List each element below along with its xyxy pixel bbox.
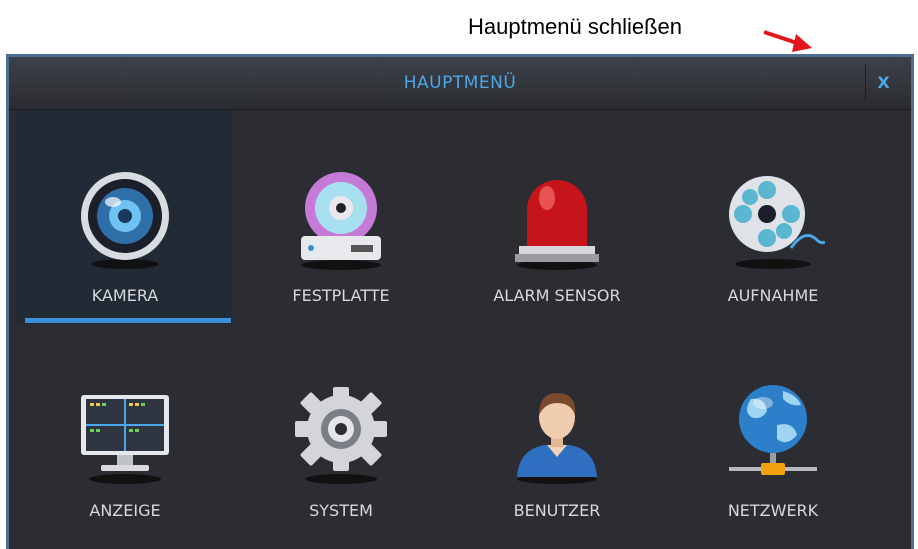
menu-item-label: ALARM SENSOR: [493, 286, 621, 305]
arrow-icon: [763, 30, 812, 52]
menu-item-label: NETZWERK: [727, 501, 819, 520]
hard-disk-icon: [301, 172, 381, 270]
menu-item-anzeige[interactable]: ANZEIGE: [17, 325, 233, 540]
menu-item-label: KAMERA: [91, 286, 159, 305]
window-title: HAUPTMENÜ: [403, 73, 517, 93]
menu-item-system[interactable]: SYSTEM: [233, 325, 449, 540]
monitor-icon: [81, 395, 169, 484]
menu-item-label: ANZEIGE: [89, 501, 161, 520]
user-icon: [517, 393, 597, 484]
film-reel-icon: [729, 176, 825, 269]
menu-item-festplatte[interactable]: FESTPLATTE: [233, 110, 449, 325]
menu-item-aufnahme[interactable]: AUFNAHME: [665, 110, 881, 325]
menu-item-label: AUFNAHME: [727, 286, 819, 305]
alarm-siren-icon: [515, 180, 599, 270]
menu-item-label: FESTPLATTE: [292, 286, 390, 305]
menu-item-label: SYSTEM: [309, 501, 373, 520]
annotation-label: Hauptmenü schließen: [468, 14, 683, 39]
menu-item-alarm-sensor[interactable]: ALARM SENSOR: [449, 110, 665, 325]
camera-lens-icon: [81, 172, 169, 269]
menu-item-label: BENUTZER: [513, 501, 601, 520]
menu-item-benutzer[interactable]: BENUTZER: [449, 325, 665, 540]
title-bar: HAUPTMENÜ X: [9, 57, 911, 110]
network-globe-icon: [729, 385, 817, 475]
menu-item-kamera[interactable]: KAMERA: [17, 110, 233, 325]
main-menu-window: HAUPTMENÜ X KAMERA FESTPLATTE ALARM SENS…: [6, 54, 914, 549]
gear-icon: [295, 387, 387, 484]
menu-item-netzwerk[interactable]: NETZWERK: [665, 325, 881, 540]
close-button[interactable]: X: [865, 65, 901, 101]
selected-indicator: [25, 318, 231, 323]
